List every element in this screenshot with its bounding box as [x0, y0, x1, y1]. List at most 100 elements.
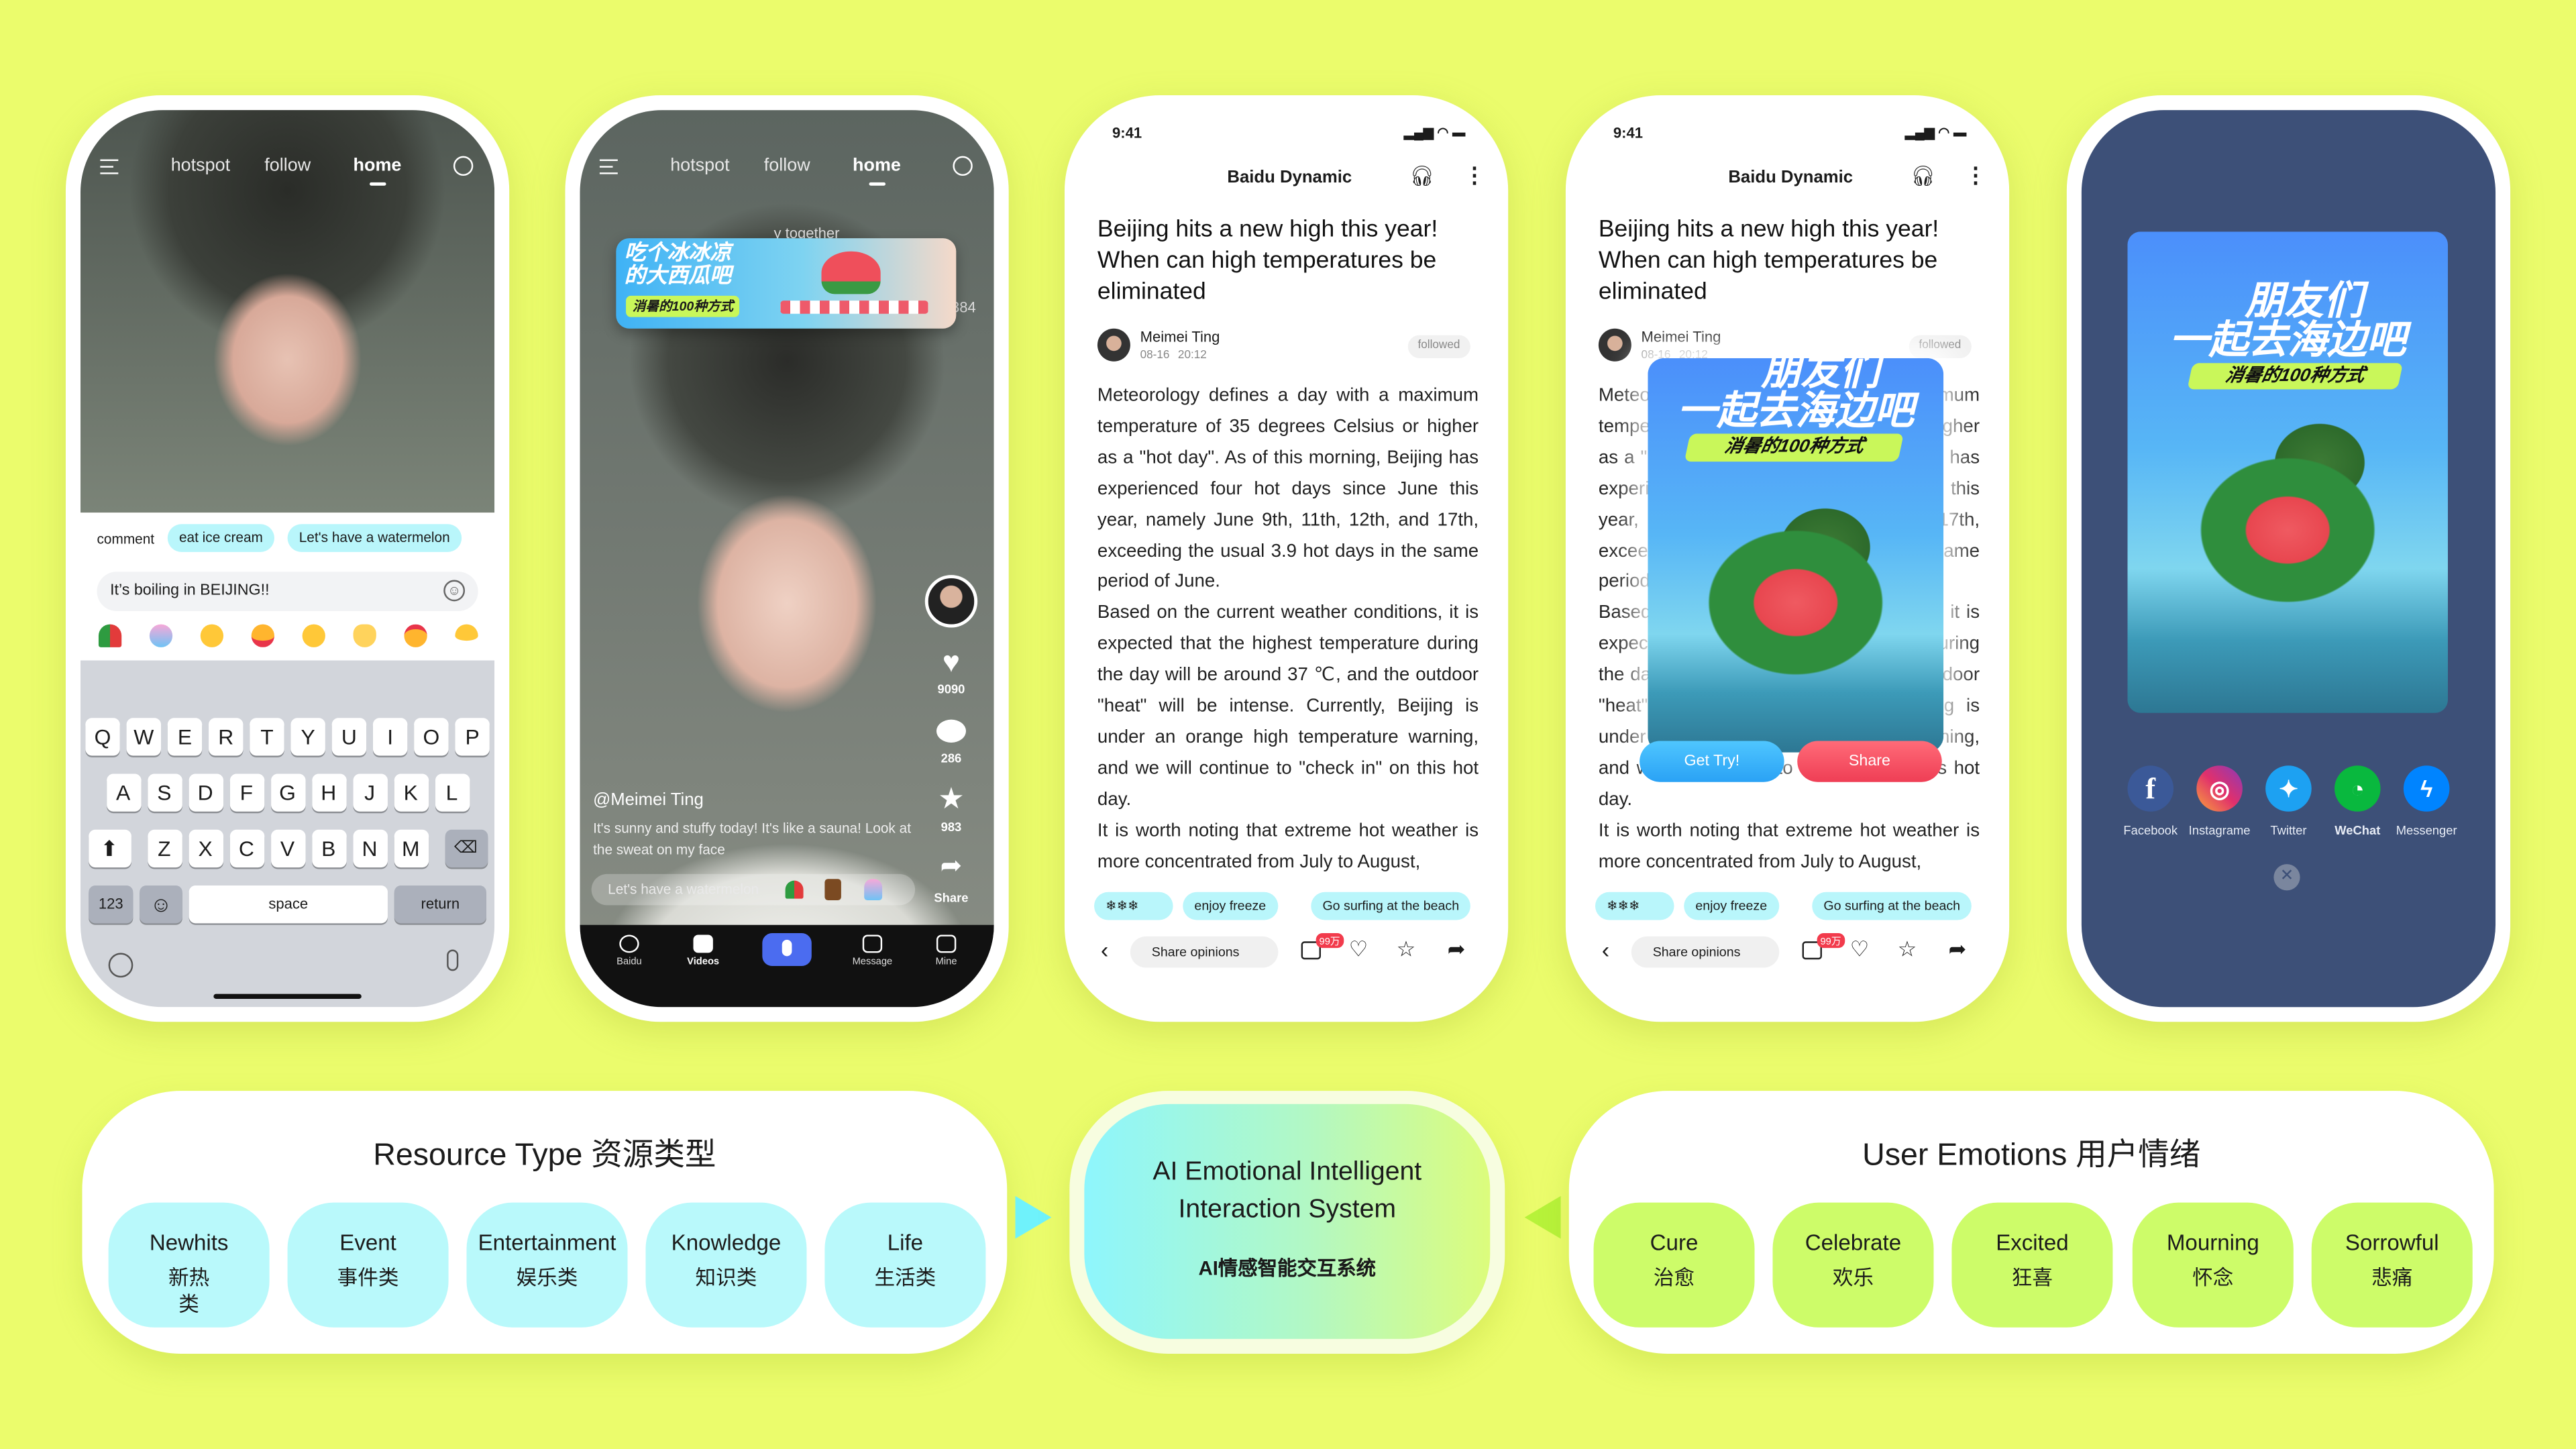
- tab-baidu[interactable]: Baidu: [596, 934, 662, 967]
- emoji-picker-icon[interactable]: ☺: [443, 580, 466, 602]
- key[interactable]: C: [229, 829, 264, 868]
- share-icon[interactable]: ➦: [1949, 936, 1967, 963]
- get-try-button[interactable]: Get Try!: [1640, 741, 1784, 782]
- close-icon[interactable]: ✕: [2273, 864, 2300, 891]
- key[interactable]: R: [209, 718, 244, 756]
- twitter-icon[interactable]: ✦: [2265, 765, 2312, 812]
- emotion-chip[interactable]: Cure 治愈: [1593, 1202, 1755, 1328]
- iced-drink-emoji-icon[interactable]: [824, 879, 841, 901]
- popup-share-button[interactable]: Share: [1797, 741, 1942, 782]
- key[interactable]: H: [311, 773, 346, 812]
- tab-follow[interactable]: follow: [264, 156, 311, 176]
- author-avatar[interactable]: [1097, 328, 1130, 362]
- key[interactable]: B: [311, 829, 346, 868]
- key[interactable]: Q: [85, 718, 120, 756]
- key[interactable]: T: [250, 718, 284, 756]
- menu-icon[interactable]: [599, 159, 618, 174]
- return-key[interactable]: return: [394, 885, 486, 924]
- key[interactable]: M: [393, 829, 428, 868]
- tab-mine[interactable]: Mine: [914, 934, 979, 967]
- tag-chip[interactable]: enjoy freeze: [1684, 892, 1779, 920]
- key[interactable]: I: [372, 718, 408, 756]
- tag-chip[interactable]: Go surfing at the beach: [1311, 892, 1471, 920]
- resource-chip[interactable]: Knowledge 知识类: [645, 1202, 807, 1328]
- key[interactable]: A: [105, 773, 141, 812]
- resource-chip[interactable]: Newhits 新热类: [108, 1202, 270, 1328]
- author-avatar[interactable]: [1598, 328, 1631, 362]
- suggestion-chip[interactable]: eat ice cream: [167, 524, 275, 552]
- tag-chip[interactable]: Go surfing at the beach: [1812, 892, 1972, 920]
- space-key[interactable]: space: [189, 885, 388, 924]
- tab-home[interactable]: home: [354, 156, 401, 186]
- author-handle[interactable]: @Meimei Ting: [593, 790, 704, 810]
- emotion-chip[interactable]: Excited 狂喜: [1951, 1202, 2113, 1328]
- tab-follow[interactable]: follow: [764, 156, 810, 176]
- tab-home[interactable]: home: [853, 156, 901, 186]
- author-avatar[interactable]: [924, 575, 978, 628]
- more-options-icon[interactable]: ⋮: [1464, 162, 1485, 189]
- facebook-icon[interactable]: f: [2127, 765, 2174, 812]
- watermelon-emoji-icon[interactable]: [98, 624, 122, 647]
- resource-chip[interactable]: Life 生活类: [824, 1202, 986, 1328]
- suggestion-chip[interactable]: Let's have a watermelon: [287, 524, 462, 552]
- key[interactable]: V: [270, 829, 305, 868]
- key[interactable]: U: [331, 718, 367, 756]
- tab-hotspot[interactable]: hotspot: [670, 156, 729, 176]
- share-icon[interactable]: ➦: [1448, 936, 1466, 963]
- shift-key-icon[interactable]: ⬆: [88, 829, 131, 868]
- grinning-face-emoji-icon[interactable]: [455, 624, 478, 647]
- key[interactable]: J: [352, 773, 387, 812]
- microphone-icon[interactable]: [447, 949, 459, 971]
- wechat-icon[interactable]: ◔: [2334, 765, 2381, 812]
- popsicle-emoji-icon[interactable]: [864, 879, 883, 901]
- key[interactable]: L: [434, 773, 470, 812]
- key[interactable]: O: [414, 718, 449, 756]
- messenger-icon[interactable]: ϟ: [2403, 765, 2450, 812]
- favorite-icon[interactable]: ☆: [1898, 936, 1917, 963]
- like-icon[interactable]: ♡: [1850, 936, 1870, 963]
- comment-input[interactable]: Let's have a watermelon: [591, 873, 916, 906]
- resource-chip[interactable]: Entertainment 娱乐类: [466, 1202, 628, 1328]
- tab-message[interactable]: Message: [839, 934, 905, 967]
- key[interactable]: X: [188, 829, 223, 868]
- emotion-chip[interactable]: Mourning 怀念: [2132, 1202, 2294, 1328]
- promo-popup[interactable]: 朋友们 一起去海边吧 消暑的100种方式: [1648, 350, 1944, 753]
- heart-icon[interactable]: ♥: [933, 647, 969, 677]
- key[interactable]: D: [188, 773, 223, 812]
- popsicle-emoji-icon[interactable]: [149, 624, 173, 647]
- comment-input[interactable]: It’s boiling in BEIJING!! ☺: [97, 572, 478, 612]
- laughing-face-emoji-icon[interactable]: [251, 624, 274, 647]
- emoji-chip[interactable]: ❄❄❄: [1595, 892, 1674, 920]
- key[interactable]: E: [167, 718, 203, 756]
- surprised-face-emoji-icon[interactable]: [302, 624, 325, 647]
- headphones-icon[interactable]: 🎧︎: [1409, 164, 1434, 187]
- numbers-key[interactable]: 123: [89, 885, 133, 924]
- like-icon[interactable]: ♡: [1349, 936, 1368, 963]
- emotion-chip[interactable]: Sorrowful 悲痛: [2311, 1202, 2473, 1328]
- menu-icon[interactable]: [100, 159, 119, 174]
- share-label[interactable]: Share: [918, 890, 984, 905]
- emoji-key-icon[interactable]: ☺: [140, 885, 182, 924]
- emoji-chip[interactable]: ❄❄❄: [1094, 892, 1173, 920]
- ok-hand-emoji-icon[interactable]: [353, 624, 376, 647]
- star-icon[interactable]: ★: [933, 784, 969, 813]
- resource-chip[interactable]: Event 事件类: [287, 1202, 449, 1328]
- tab-videos[interactable]: Videos: [670, 934, 736, 967]
- key[interactable]: N: [352, 829, 387, 868]
- emotion-chip[interactable]: Celebrate 欢乐: [1772, 1202, 1934, 1328]
- back-icon[interactable]: ‹: [1602, 936, 1609, 963]
- search-icon[interactable]: [453, 156, 474, 176]
- key[interactable]: Y: [290, 718, 325, 756]
- key[interactable]: K: [393, 773, 428, 812]
- tab-hotspot[interactable]: hotspot: [171, 156, 230, 176]
- globe-icon[interactable]: [108, 953, 133, 978]
- watermelon-emoji-icon[interactable]: [785, 880, 804, 899]
- favorite-icon[interactable]: ☆: [1397, 936, 1416, 963]
- key[interactable]: F: [229, 773, 264, 812]
- key[interactable]: G: [270, 773, 305, 812]
- promo-banner[interactable]: 吃个冰冰凉 的大西瓜吧 消暑的100种方式: [616, 238, 957, 329]
- yummy-face-emoji-icon[interactable]: [200, 624, 224, 647]
- key[interactable]: W: [126, 718, 162, 756]
- share-icon[interactable]: ➦: [933, 853, 969, 880]
- followed-button[interactable]: followed: [1407, 335, 1470, 358]
